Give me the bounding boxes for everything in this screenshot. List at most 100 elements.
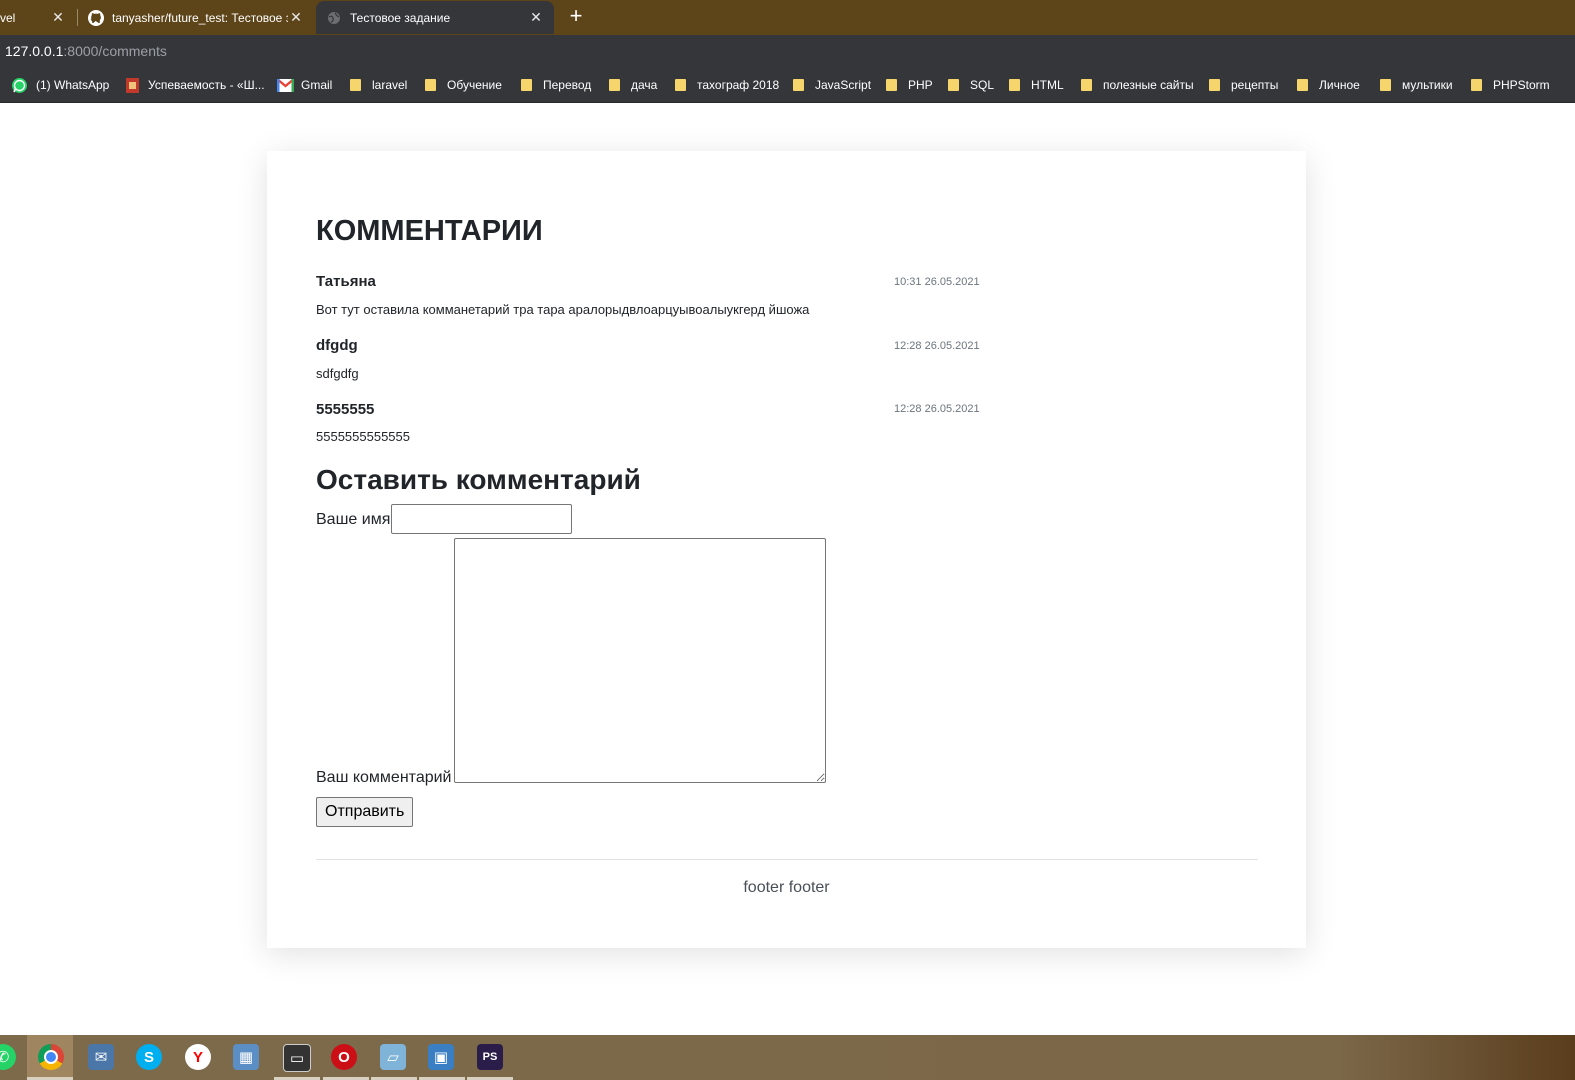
bookmark-folder-useful-sites[interactable]: полезные сайты — [1081, 76, 1194, 94]
bookmark-label: Личное — [1319, 78, 1360, 92]
opera-icon[interactable]: O — [331, 1044, 357, 1070]
comment-text: 5555555555555 — [316, 429, 410, 444]
address-bar[interactable]: 127.0.0.1:8000/comments — [0, 35, 1575, 67]
tab-github[interactable]: tanyasher/future_test: Тестовое з ✕ — [78, 1, 314, 34]
bookmark-label: полезные сайты — [1103, 78, 1194, 92]
bookmark-folder-translate[interactable]: Перевод — [521, 76, 591, 94]
comment-text: sdfgdfg — [316, 366, 359, 381]
page-title: КОММЕНТАРИИ — [316, 215, 543, 247]
chrome-icon[interactable] — [38, 1044, 64, 1070]
folder-icon — [1471, 79, 1482, 91]
name-input[interactable] — [391, 504, 572, 534]
comment-date: 12:28 26.05.2021 — [894, 340, 980, 352]
folder-icon — [675, 79, 686, 91]
tab-laravel[interactable]: vel ✕ — [0, 1, 76, 34]
footer-divider — [316, 859, 1258, 860]
new-tab-plus-icon[interactable]: + — [566, 5, 586, 27]
folder-icon — [1009, 79, 1020, 91]
url-host: 127.0.0.1 — [5, 43, 64, 59]
tab-title: tanyasher/future_test: Тестовое з — [112, 10, 288, 25]
comment-date: 10:31 26.05.2021 — [894, 276, 980, 288]
messenger-icon[interactable]: ✉ — [88, 1044, 114, 1070]
taskbar: ✆ ✉ S Y ▦ ▭ O ▱ ▣ PS — [0, 1035, 1575, 1080]
calculator-icon[interactable]: ▦ — [233, 1044, 259, 1070]
bookmark-label: Gmail — [301, 78, 333, 92]
submit-button[interactable]: Отправить — [316, 797, 414, 827]
yandex-browser-icon[interactable]: Y — [185, 1044, 211, 1070]
bookmark-school[interactable]: Успеваемость - «Ш... — [126, 76, 265, 94]
bookmark-folder-sql[interactable]: SQL — [948, 76, 994, 94]
folder-icon — [350, 79, 361, 91]
bookmark-folder-javascript[interactable]: JavaScript — [793, 76, 871, 94]
close-icon[interactable]: ✕ — [528, 9, 544, 26]
bookmark-folder-learning[interactable]: Обучение — [425, 76, 502, 94]
phpstorm-icon[interactable]: PS — [477, 1044, 503, 1070]
bookmark-label: мультики — [1402, 78, 1453, 92]
bookmark-gmail[interactable]: Gmail — [277, 76, 332, 94]
folder-icon — [425, 79, 436, 91]
folder-icon — [1297, 79, 1308, 91]
bookmark-folder-cartoons[interactable]: мультики — [1380, 76, 1453, 94]
skype-icon[interactable]: S — [136, 1044, 162, 1070]
tab-strip: vel ✕ tanyasher/future_test: Тестовое з … — [0, 0, 1575, 35]
tab-title: vel — [0, 10, 16, 25]
bookmark-label: тахограф 2018 — [697, 78, 780, 92]
bookmark-label: дача — [631, 78, 658, 92]
whatsapp-icon — [11, 77, 28, 94]
close-icon[interactable]: ✕ — [288, 9, 304, 26]
bookmark-folder-tachograph[interactable]: тахограф 2018 — [675, 76, 779, 94]
bookmark-whatsapp[interactable]: (1) WhatsApp — [11, 76, 109, 94]
content-card: КОММЕНТАРИИ Татьяна 10:31 26.05.2021 Вот… — [267, 151, 1306, 948]
comment-author: 5555555 — [316, 401, 375, 418]
comment-text: Вот тут оставила комманетарий тра тара а… — [316, 302, 810, 317]
bookmark-label: PHPStorm — [1493, 78, 1550, 92]
folder-icon — [521, 79, 532, 91]
folder-icon — [1209, 79, 1220, 91]
bookmark-label: рецепты — [1231, 78, 1279, 92]
url-path: :8000/comments — [63, 43, 167, 59]
comment-label: Ваш комментарий — [316, 769, 452, 786]
bookmark-folder-html[interactable]: HTML — [1009, 76, 1064, 94]
school-icon — [126, 77, 139, 93]
comment-textarea[interactable] — [454, 538, 826, 783]
notepad-icon[interactable]: ▱ — [380, 1044, 406, 1070]
bookmark-folder-phpstorm[interactable]: PHPStorm — [1471, 76, 1550, 94]
footer-text: footer footer — [743, 879, 830, 896]
form-heading: Оставить комментарий — [316, 464, 641, 495]
bookmark-label: PHP — [908, 78, 933, 92]
bookmark-label: SQL — [970, 78, 995, 92]
folder-icon — [793, 79, 804, 91]
bookmark-folder-recipes[interactable]: рецепты — [1209, 76, 1278, 94]
bookmark-folder-laravel[interactable]: laravel — [350, 76, 407, 94]
bookmark-label: Перевод — [543, 78, 592, 92]
bookmark-label: HTML — [1031, 78, 1064, 92]
folder-icon — [1380, 79, 1391, 91]
bookmark-label: (1) WhatsApp — [36, 78, 110, 92]
bookmark-label: laravel — [372, 78, 408, 92]
tab-test-task[interactable]: Тестовое задание ✕ — [316, 1, 554, 34]
bookmark-label: Успеваемость - «Ш... — [148, 78, 265, 92]
whatsapp-icon[interactable]: ✆ — [0, 1044, 16, 1070]
bookmarks-bar: (1) WhatsApp Успеваемость - «Ш... Gmail … — [0, 67, 1575, 103]
github-icon — [88, 9, 104, 26]
bookmark-folder-dacha[interactable]: дача — [609, 76, 657, 94]
bookmark-label: JavaScript — [815, 78, 872, 92]
bookmark-label: Обучение — [447, 78, 502, 92]
photos-icon[interactable]: ▣ — [428, 1044, 454, 1070]
tab-title: Тестовое задание — [350, 10, 451, 25]
comment-author: Татьяна — [316, 273, 376, 290]
bookmark-folder-personal[interactable]: Личное — [1297, 76, 1360, 94]
folder-icon — [609, 79, 620, 91]
gmail-icon — [277, 78, 294, 92]
folder-icon — [886, 79, 897, 91]
folder-icon — [948, 79, 959, 91]
globe-icon — [326, 10, 342, 26]
comment-author: dfgdg — [316, 337, 358, 354]
terminal-icon[interactable]: ▭ — [283, 1044, 311, 1072]
folder-icon — [1081, 79, 1092, 91]
close-icon[interactable]: ✕ — [50, 9, 66, 26]
url-field[interactable]: 127.0.0.1:8000/comments — [5, 43, 167, 59]
comment-date: 12:28 26.05.2021 — [894, 403, 980, 415]
bookmark-folder-php[interactable]: PHP — [886, 76, 933, 94]
name-label: Ваше имя — [316, 511, 391, 528]
